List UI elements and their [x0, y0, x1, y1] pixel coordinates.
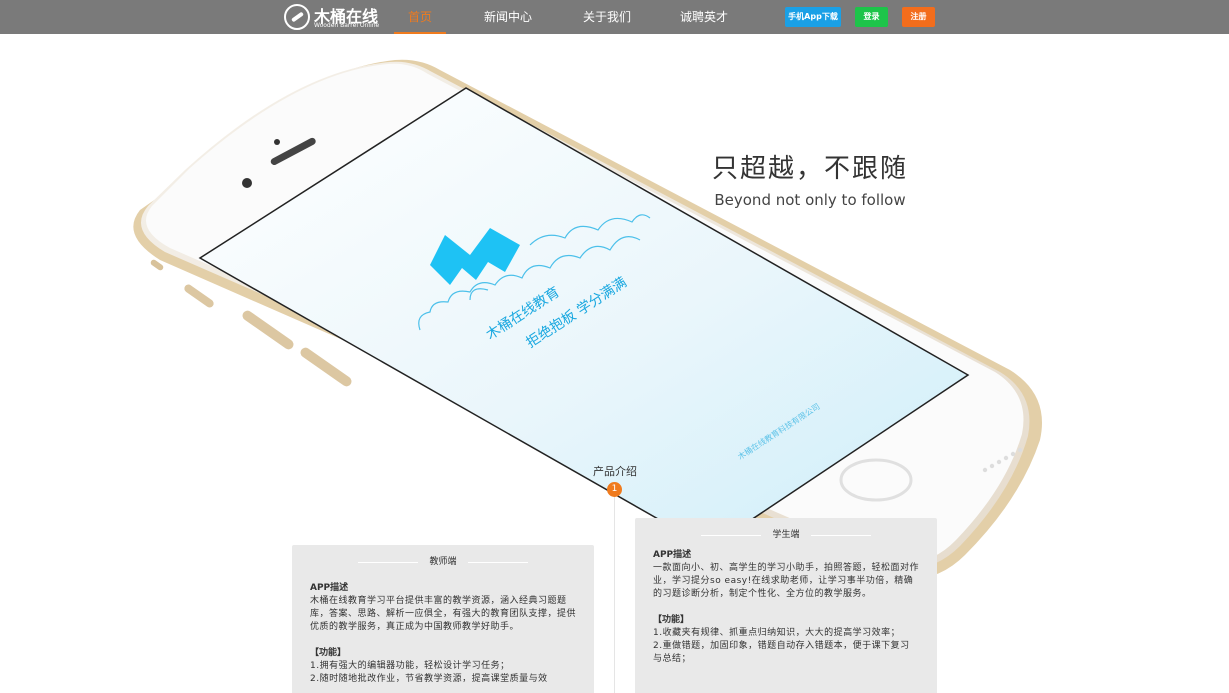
screen-line1: 木桶在线教育 [483, 284, 562, 343]
hero-slogan-cn: 只超越，不跟随 [711, 154, 908, 184]
phone-home-button [839, 458, 913, 502]
screen-line2: 拒绝抱板 学分满满 [523, 275, 629, 352]
timeline-divider [614, 497, 615, 693]
product-intro-title: 产品介绍 [593, 465, 637, 478]
screen-footer: 木桶在线教育科技有限公司 [736, 401, 822, 462]
app-download-button[interactable]: 手机App下载 [785, 7, 841, 27]
header-rule-right [811, 535, 871, 536]
m-logo [430, 228, 520, 285]
teacher-panel-title: 教师端 [429, 557, 457, 567]
nav-item-home[interactable]: 首页 [394, 0, 446, 34]
student-panel-header: 学生端 [653, 518, 919, 552]
student-panel-title: 学生端 [772, 530, 800, 540]
hero-slogan-en: Beyond not only to follow [714, 191, 906, 209]
phone-camera [242, 178, 252, 188]
student-feature-2: 2.重做错题，加固印象，错题自动存入错题本，便于课下复习与总结； [653, 641, 910, 664]
teacher-panel: 教师端 APP描述 木桶在线教育学习平台提供丰富的教学资源，涵入经典习题题库，答… [292, 545, 594, 693]
nav-item-about[interactable]: 关于我们 [577, 0, 637, 34]
site-logo[interactable]: 木桶在线 Wooden Barrel Online [284, 3, 384, 31]
teacher-feature-1: 1.拥有强大的编辑器功能，轻松设计学习任务； [310, 661, 510, 671]
student-panel: 学生端 APP描述 一款面向小、初、高学生的学习小助手，拍照答题，轻松面对作业，… [635, 518, 937, 693]
teacher-feature-heading: 【功能】 [310, 648, 347, 658]
nav-item-careers[interactable]: 诚聘英才 [674, 0, 734, 34]
phone-front [140, 61, 1030, 570]
page: 木桶在线教育 拒绝抱板 学分满满 木桶在线教育科技有限公司 木桶在线 Woode… [0, 0, 1229, 693]
phone-sensor [274, 139, 280, 145]
phone-body [133, 59, 1043, 580]
screen-clouds [418, 214, 651, 331]
teacher-panel-header: 教师端 [310, 545, 576, 579]
header-rule-left [701, 535, 761, 536]
nav-item-news[interactable]: 新闻中心 [478, 0, 538, 34]
teacher-feature-2: 2.随时随地批改作业，节省教学资源，提高课堂质量与效 [310, 674, 548, 684]
register-button[interactable]: 注册 [902, 7, 935, 27]
phone-speaker [270, 137, 316, 166]
teacher-desc-text: 木桶在线教育学习平台提供丰富的教学资源，涵入经典习题题库，答案、思路、解析一应俱… [310, 596, 577, 632]
header-rule-left [358, 562, 418, 563]
top-navbar: 木桶在线 Wooden Barrel Online 首页 新闻中心 关于我们 诚… [0, 0, 1229, 34]
student-feature-heading: 【功能】 [653, 615, 690, 625]
header-rule-right [468, 562, 528, 563]
login-button[interactable]: 登录 [855, 7, 888, 27]
logo-mark-icon [284, 4, 310, 30]
student-desc-text: 一款面向小、初、高学生的学习小助手，拍照答题，轻松面对作业，学习提分so eas… [653, 563, 920, 599]
teacher-desc-heading: APP描述 [310, 583, 349, 593]
product-intro-index: 1 [607, 482, 622, 497]
logo-subtitle: Wooden Barrel Online [314, 22, 380, 29]
student-feature-1: 1.收藏夹有规律、抓重点归纳知识，大大的提高学习效率； [653, 628, 901, 638]
